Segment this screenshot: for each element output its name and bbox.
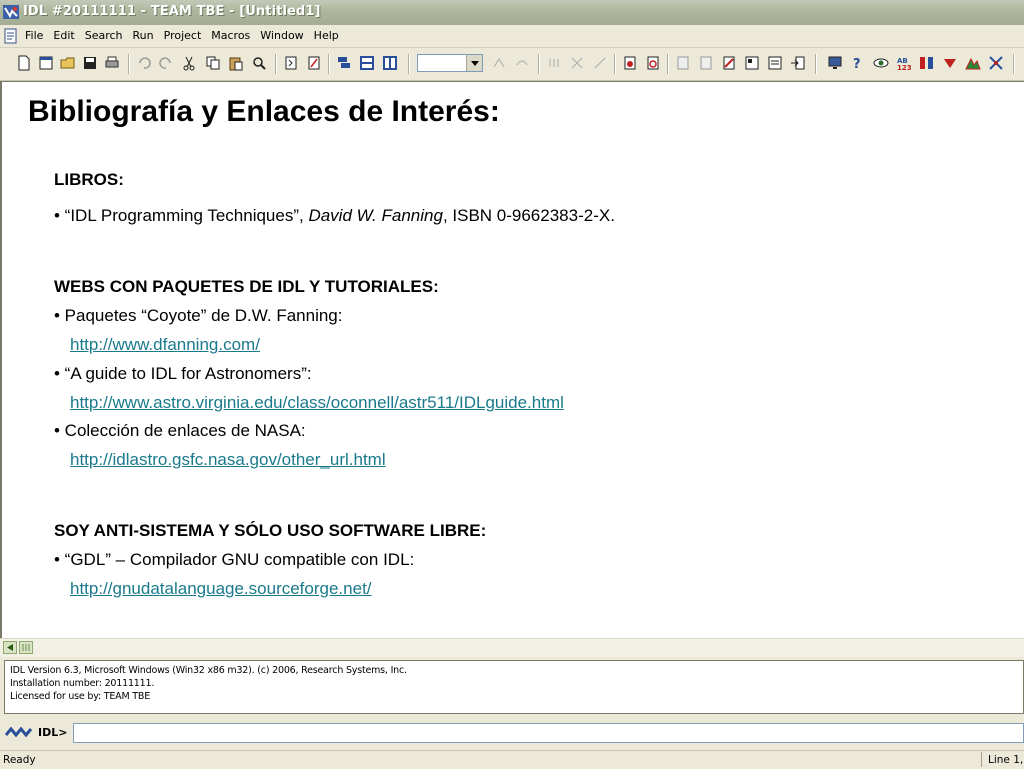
log-line: IDL Version 6.3, Microsoft Windows (Win3… xyxy=(10,665,407,676)
log-line: Installation number: 20111111. xyxy=(10,678,155,689)
idl-app-icon[interactable] xyxy=(3,5,19,19)
run-icon[interactable] xyxy=(305,54,323,72)
scroll-left-button[interactable] xyxy=(3,641,17,654)
run-to-cursor-icon[interactable] xyxy=(591,54,609,72)
save-icon[interactable] xyxy=(81,54,99,72)
status-position-panel: Line 1, Col 1 xyxy=(981,752,1024,767)
toolbar: ? AB 123 xyxy=(0,48,1024,81)
monitor-icon[interactable] xyxy=(826,54,844,72)
command-input[interactable] xyxy=(73,723,1024,743)
libre-item-gdl: • “GDL” – Compilador GNU compatible con … xyxy=(54,550,415,569)
status-text: Ready xyxy=(3,754,36,766)
dataset-icon[interactable] xyxy=(918,54,936,72)
book-entry: • “IDL Programming Techniques”, David W.… xyxy=(54,206,615,225)
copy-icon[interactable] xyxy=(204,54,222,72)
menu-bar: File Edit Search Run Project Macros Wind… xyxy=(0,25,1024,48)
link-idlastro[interactable]: http://idlastro.gsfc.nasa.gov/other_url.… xyxy=(70,450,386,470)
stack-icon[interactable] xyxy=(335,54,353,72)
clear-breakpoint-icon[interactable] xyxy=(644,54,662,72)
editor-horizontal-scrollbar[interactable] xyxy=(0,638,1024,657)
menu-run[interactable]: Run xyxy=(133,29,154,42)
project-icon[interactable] xyxy=(766,54,784,72)
find-icon[interactable] xyxy=(250,54,268,72)
tools-icon[interactable] xyxy=(987,54,1005,72)
document-icon[interactable] xyxy=(4,28,18,44)
eye-icon[interactable] xyxy=(872,54,890,72)
menu-macros[interactable]: Macros xyxy=(211,29,250,42)
menu-search[interactable]: Search xyxy=(85,29,123,42)
command-prompt: IDL> xyxy=(38,726,68,739)
print-icon[interactable] xyxy=(103,54,121,72)
open-icon[interactable] xyxy=(59,54,77,72)
chevron-down-icon xyxy=(470,60,479,66)
arrow-left-icon xyxy=(7,644,13,651)
menu-window[interactable]: Window xyxy=(260,29,303,42)
breakpoint-icon[interactable] xyxy=(621,54,639,72)
export-icon[interactable] xyxy=(789,54,807,72)
new-file-icon[interactable] xyxy=(15,54,33,72)
svg-text:123: 123 xyxy=(897,64,912,71)
cut-icon[interactable] xyxy=(180,54,198,72)
undo-icon[interactable] xyxy=(135,54,153,72)
step-over-icon[interactable] xyxy=(513,54,531,72)
abc-icon[interactable]: AB 123 xyxy=(895,54,913,72)
step-into-icon[interactable] xyxy=(490,54,508,72)
document-heading: Bibliografía y Enlaces de Interés: xyxy=(28,95,500,128)
help-icon[interactable]: ? xyxy=(849,54,867,72)
web-item-coyote: • Paquetes “Coyote” de D.W. Fanning: xyxy=(54,306,343,325)
split-vertical-icon[interactable] xyxy=(381,54,399,72)
watch-icon[interactable] xyxy=(674,54,692,72)
grip-icon xyxy=(22,644,30,651)
variable-icon[interactable] xyxy=(697,54,715,72)
redo-icon[interactable] xyxy=(157,54,175,72)
status-bar: Ready Line 1, Col 1 xyxy=(0,750,1024,769)
pdf-icon[interactable] xyxy=(941,54,959,72)
link-astro-virginia[interactable]: http://www.astro.virginia.edu/class/ocon… xyxy=(70,393,564,413)
title-bar: IDL #20111111 - TEAM TBE - [Untitled1] xyxy=(0,0,1024,26)
combo-dropdown-button[interactable] xyxy=(466,55,482,71)
split-horizontal-icon[interactable] xyxy=(358,54,376,72)
cursor-position: Line 1, Col 1 xyxy=(988,754,1024,766)
output-log[interactable]: IDL Version 6.3, Microsoft Windows (Win3… xyxy=(4,660,1024,714)
svg-text:?: ? xyxy=(853,57,861,71)
profile-icon[interactable] xyxy=(743,54,761,72)
web-item-nasa: • Colección de enlaces de NASA: xyxy=(54,421,306,440)
palette-icon[interactable] xyxy=(964,54,982,72)
link-gdl[interactable]: http://gnudatalanguage.sourceforge.net/ xyxy=(70,579,372,599)
section-webs-title: WEBS CON PAQUETES DE IDL Y TUTORIALES: xyxy=(54,277,439,296)
web-item-astronomers: • “A guide to IDL for Astronomers”: xyxy=(54,364,312,383)
section-libros-title: LIBROS: xyxy=(54,170,124,189)
menu-edit[interactable]: Edit xyxy=(53,29,74,42)
toolbar-combo[interactable] xyxy=(417,54,483,72)
command-line-bar: IDL> xyxy=(0,719,1024,747)
idl-logo-icon xyxy=(5,726,33,738)
continue-icon[interactable] xyxy=(568,54,586,72)
menu-project[interactable]: Project xyxy=(164,29,202,42)
compile-icon[interactable] xyxy=(282,54,300,72)
scroll-thumb[interactable] xyxy=(19,641,33,654)
paste-icon[interactable] xyxy=(227,54,245,72)
menu-file[interactable]: File xyxy=(25,29,43,42)
log-line: Licensed for use by: TEAM TBE xyxy=(10,691,151,702)
section-libre-title: SOY ANTI-SISTEMA Y SÓLO USO SOFTWARE LIB… xyxy=(54,521,487,540)
window-title: IDL #20111111 - TEAM TBE - [Untitled1] xyxy=(23,4,321,19)
menu-help[interactable]: Help xyxy=(314,29,339,42)
link-dfanning[interactable]: http://www.dfanning.com/ xyxy=(70,335,260,355)
edit-breakpoint-icon[interactable] xyxy=(720,54,738,72)
step-out-icon[interactable] xyxy=(545,54,563,72)
new-window-icon[interactable] xyxy=(37,54,55,72)
